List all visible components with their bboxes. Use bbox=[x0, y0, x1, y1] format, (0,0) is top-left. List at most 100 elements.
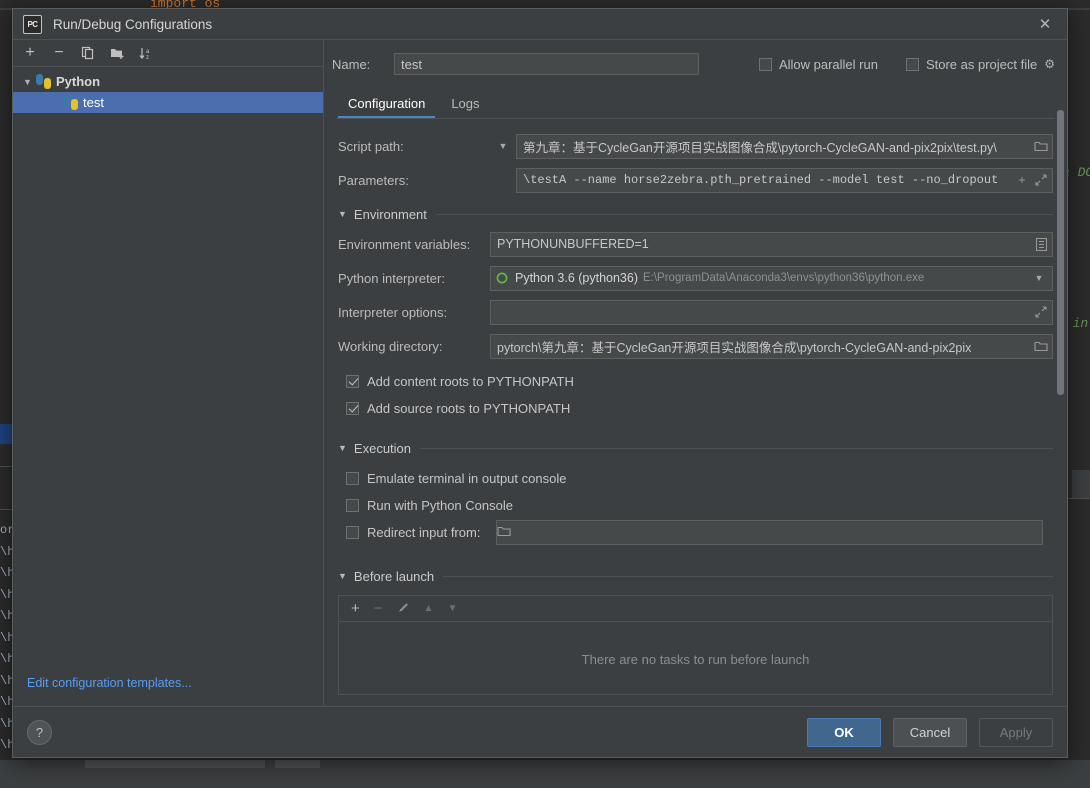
tree-item-label: test bbox=[83, 95, 104, 110]
checkbox-box bbox=[758, 57, 772, 71]
configuration-scrollbar[interactable] bbox=[1057, 110, 1064, 395]
allow-parallel-run-label: Allow parallel run bbox=[778, 56, 878, 72]
checkbox-box bbox=[905, 57, 919, 71]
environment-variables-field[interactable]: PYTHONUNBUFFERED=1 bbox=[490, 231, 1053, 257]
chevron-down-icon: ▼ bbox=[23, 76, 32, 87]
parameters-label: Parameters: bbox=[338, 172, 409, 188]
tree-group-python[interactable]: ▼ Python bbox=[13, 71, 323, 92]
working-directory-label: Working directory: bbox=[338, 338, 443, 354]
plus-icon[interactable]: + bbox=[1014, 173, 1030, 187]
help-button[interactable]: ? bbox=[27, 719, 52, 745]
name-row: Name: Allow parallel run Store as projec… bbox=[324, 40, 1067, 88]
script-path-row: Script path: ▼ \第九章：基于CycleGan开源项目实战图像合成… bbox=[338, 129, 1053, 163]
add-content-roots-row[interactable]: Add content roots to PYTHONPATH bbox=[338, 368, 1053, 395]
background-right-panel-1 bbox=[1072, 470, 1090, 498]
working-directory-value: pytorch\第九章：基于CycleGan开源项目实战图像合成\pytorch… bbox=[497, 340, 972, 355]
section-divider bbox=[435, 213, 1053, 215]
expand-icon[interactable] bbox=[1030, 174, 1052, 186]
execution-section-header: ▼ Execution bbox=[338, 435, 1053, 461]
edit-configuration-templates-link[interactable]: Edit configuration templates... bbox=[27, 676, 192, 690]
new-folder-button[interactable] bbox=[108, 44, 126, 62]
python-interpreter-row: Python interpreter: Python 3.6 (python36… bbox=[338, 261, 1053, 295]
chevron-down-icon[interactable]: ▼ bbox=[338, 443, 347, 453]
script-path-field[interactable]: \第九章：基于CycleGan开源项目实战图像合成\pytorch-CycleG… bbox=[516, 133, 1053, 159]
background-bottom-item-1 bbox=[85, 760, 265, 768]
chevron-down-icon[interactable]: ▼ bbox=[338, 571, 347, 581]
expand-icon[interactable] bbox=[1030, 306, 1052, 318]
chevron-down-icon[interactable]: ▼ bbox=[338, 209, 347, 219]
script-path-label: Script path: bbox=[338, 138, 404, 154]
dialog-body: + − az ▼ Python test Edit configuration … bbox=[13, 39, 1067, 706]
parameters-field[interactable]: \testA --name horse2zebra.pth_pretrained… bbox=[516, 167, 1053, 193]
allow-parallel-run-checkbox[interactable]: Allow parallel run bbox=[758, 56, 878, 72]
before-launch-toolbar: + − ▲ ▼ bbox=[338, 595, 1053, 621]
before-launch-move-up-button: ▲ bbox=[423, 603, 434, 614]
configuration-editor-panel: Name: Allow parallel run Store as projec… bbox=[324, 40, 1067, 706]
checkbox-box bbox=[346, 499, 359, 512]
environment-variables-row: Environment variables: PYTHONUNBUFFERED=… bbox=[338, 227, 1053, 261]
folder-icon[interactable] bbox=[1030, 140, 1052, 152]
dialog-footer: ? OK Cancel Apply bbox=[13, 706, 1067, 757]
copy-configuration-button[interactable] bbox=[79, 44, 97, 62]
editor-tabs: Configuration Logs bbox=[324, 88, 1067, 118]
before-launch-move-down-button: ▼ bbox=[447, 603, 458, 614]
working-directory-row: Working directory: pytorch\第九章：基于CycleGa… bbox=[338, 329, 1053, 363]
chevron-down-icon[interactable]: ▼ bbox=[1026, 273, 1052, 283]
checkbox-box bbox=[346, 472, 359, 485]
dialog-title: Run/Debug Configurations bbox=[53, 16, 213, 32]
tree-group-label: Python bbox=[56, 74, 101, 89]
section-divider bbox=[420, 447, 1053, 449]
parameters-row: Parameters: \testA --name horse2zebra.pt… bbox=[338, 163, 1053, 197]
name-label: Name: bbox=[332, 56, 371, 72]
add-source-roots-row[interactable]: Add source roots to PYTHONPATH bbox=[338, 395, 1053, 422]
emulate-terminal-row[interactable]: Emulate terminal in output console bbox=[338, 465, 1053, 492]
tab-logs[interactable]: Logs bbox=[441, 93, 489, 118]
environment-section-header: ▼ Environment bbox=[338, 201, 1053, 227]
before-launch-task-list: There are no tasks to run before launch bbox=[338, 621, 1053, 695]
name-input[interactable] bbox=[394, 53, 699, 75]
add-source-roots-label: Add source roots to PYTHONPATH bbox=[367, 401, 571, 416]
close-icon[interactable]: ✕ bbox=[1029, 11, 1061, 37]
remove-configuration-button[interactable]: − bbox=[50, 44, 68, 62]
script-path-mode-dropdown[interactable]: ▼ bbox=[490, 141, 516, 151]
redirect-input-row[interactable]: Redirect input from: bbox=[338, 519, 1053, 546]
store-as-project-file-label: Store as project file bbox=[925, 56, 1038, 72]
dialog-title-bar: PC Run/Debug Configurations ✕ bbox=[13, 9, 1067, 39]
add-configuration-button[interactable]: + bbox=[21, 44, 39, 62]
pycharm-logo-icon: PC bbox=[23, 14, 42, 34]
configuration-form: Script path: ▼ \第九章：基于CycleGan开源项目实战图像合成… bbox=[324, 119, 1067, 706]
ok-button[interactable]: OK bbox=[807, 717, 881, 747]
folder-icon[interactable] bbox=[497, 525, 511, 540]
run-debug-configurations-dialog: PC Run/Debug Configurations ✕ + − az ▼ P… bbox=[12, 8, 1068, 758]
python-interpreter-path: E:\ProgramData\Anaconda3\envs\python36\p… bbox=[643, 272, 925, 284]
apply-button: Apply bbox=[979, 717, 1053, 747]
store-as-project-file-checkbox[interactable]: Store as project file bbox=[905, 56, 1038, 72]
python-icon bbox=[63, 95, 78, 110]
before-launch-add-button[interactable]: + bbox=[351, 600, 360, 617]
pencil-icon bbox=[397, 601, 410, 617]
run-with-python-console-label: Run with Python Console bbox=[367, 498, 513, 513]
python-interpreter-field[interactable]: Python 3.6 (python36) E:\ProgramData\Ana… bbox=[490, 265, 1053, 291]
configurations-toolbar: + − az bbox=[13, 40, 323, 67]
working-directory-field[interactable]: pytorch\第九章：基于CycleGan开源项目实战图像合成\pytorch… bbox=[490, 333, 1053, 359]
add-content-roots-label: Add content roots to PYTHONPATH bbox=[367, 374, 574, 389]
list-edit-icon[interactable] bbox=[1030, 237, 1052, 251]
python-interpreter-label: Python interpreter: bbox=[338, 270, 445, 286]
folder-icon[interactable] bbox=[1030, 340, 1052, 352]
gear-icon[interactable]: ⚙ bbox=[1044, 57, 1055, 71]
sort-configurations-button[interactable]: az bbox=[137, 44, 155, 62]
before-launch-empty-text: There are no tasks to run before launch bbox=[581, 652, 810, 667]
interpreter-options-field[interactable] bbox=[490, 299, 1053, 325]
interpreter-options-label: Interpreter options: bbox=[338, 304, 448, 320]
cancel-button[interactable]: Cancel bbox=[893, 717, 967, 747]
edit-templates-footer: Edit configuration templates... bbox=[13, 660, 323, 706]
redirect-input-field[interactable] bbox=[496, 520, 1043, 545]
before-launch-section-title: Before launch bbox=[353, 568, 435, 584]
tree-item-test[interactable]: test bbox=[13, 92, 323, 113]
checkbox-box bbox=[346, 375, 359, 388]
tab-configuration[interactable]: Configuration bbox=[338, 93, 436, 118]
run-with-python-console-row[interactable]: Run with Python Console bbox=[338, 492, 1053, 519]
script-path-value: \第九章：基于CycleGan开源项目实战图像合成\pytorch-CycleG… bbox=[523, 140, 997, 155]
python-icon bbox=[36, 74, 51, 89]
execution-section-title: Execution bbox=[353, 440, 412, 456]
